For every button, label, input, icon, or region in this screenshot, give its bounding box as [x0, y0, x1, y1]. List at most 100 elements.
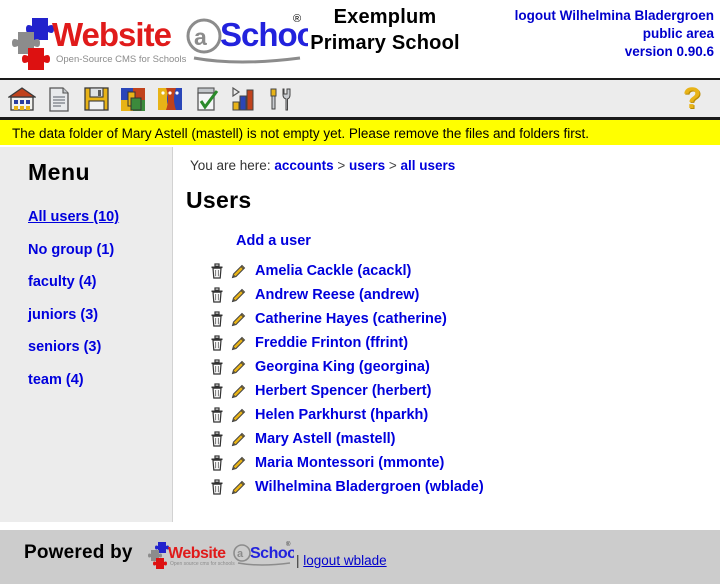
svg-text:®: ® — [286, 541, 291, 548]
footer-separator: | — [296, 553, 300, 568]
logo-tagline: Open-Source CMS for Schools — [56, 54, 187, 65]
breadcrumb-link-users[interactable]: users — [349, 158, 385, 173]
sidebar-link-no-group[interactable]: No group (1) — [28, 242, 114, 258]
trash-can-icon[interactable] — [208, 310, 226, 328]
sidebar-link-seniors[interactable]: seniors (3) — [28, 339, 101, 355]
breadcrumb: You are here: accounts > users > all use… — [190, 158, 720, 173]
toolbar-item-pages[interactable] — [43, 83, 75, 115]
help-button[interactable]: ? — [678, 84, 706, 114]
toolbar-item-statistics[interactable] — [228, 83, 260, 115]
powered-by-label: Powered by — [24, 542, 133, 563]
toolbar-item-filemanager[interactable] — [80, 83, 112, 115]
trash-can-icon[interactable] — [208, 358, 226, 376]
trash-can-icon[interactable] — [208, 382, 226, 400]
svg-text:a: a — [194, 24, 207, 50]
header-account-info: logout Wilhelmina Bladergroen public are… — [515, 7, 714, 61]
sidebar-link-faculty[interactable]: faculty (4) — [28, 274, 97, 290]
table-row: Andrew Reese (andrew) — [174, 283, 720, 307]
user-link[interactable]: Georgina King (georgina) — [255, 359, 430, 375]
breadcrumb-link-all-users[interactable]: all users — [401, 158, 456, 173]
pencil-edit-icon[interactable] — [229, 334, 247, 352]
trash-can-icon[interactable] — [208, 430, 226, 448]
svg-text:Website: Website — [52, 16, 172, 53]
user-link[interactable]: Catherine Hayes (catherine) — [255, 311, 447, 327]
page-footer: Powered by Website a School ® Open sourc… — [0, 528, 720, 584]
toolbar-item-accounts[interactable] — [154, 83, 186, 115]
school-name-line2: Primary School — [310, 31, 460, 54]
pencil-edit-icon[interactable] — [229, 430, 247, 448]
school-house-icon — [8, 86, 36, 112]
pencil-edit-icon[interactable] — [229, 262, 247, 280]
logout-link-footer[interactable]: logout wblade — [303, 553, 386, 568]
sidebar-title: Menu — [28, 159, 91, 185]
breadcrumb-link-accounts[interactable]: accounts — [274, 158, 333, 173]
trash-can-icon[interactable] — [208, 406, 226, 424]
area-label: public area — [642, 25, 714, 41]
pencil-edit-icon[interactable] — [229, 454, 247, 472]
toolbar-item-website[interactable] — [6, 83, 38, 115]
pencil-edit-icon[interactable] — [229, 478, 247, 496]
school-name: Exemplum Primary School — [300, 5, 470, 56]
puzzle-pieces-icon — [148, 542, 169, 569]
user-link[interactable]: Helen Parkhurst (hparkh) — [255, 407, 428, 423]
trash-can-icon[interactable] — [208, 478, 226, 496]
pencil-edit-icon[interactable] — [229, 358, 247, 376]
puzzle-pieces-icon — [12, 18, 54, 70]
table-row: Maria Montessori (mmonte) — [174, 451, 720, 475]
question-mark-icon: ? — [682, 82, 702, 115]
logout-link-header[interactable]: logout Wilhelmina Bladergroen — [515, 8, 714, 23]
sidebar-item-juniors: juniors (3) — [28, 302, 172, 330]
sidebar-item-seniors: seniors (3) — [28, 334, 172, 362]
breadcrumb-prefix: You are here: — [190, 158, 271, 173]
breadcrumb-separator-2: > — [388, 158, 397, 173]
page-body: Menu All users (10) No group (1) faculty… — [0, 147, 720, 522]
table-row: Freddie Frinton (ffrint) — [174, 331, 720, 355]
version-label: version 0.90.6 — [624, 43, 714, 59]
toolbar-item-tools[interactable] — [265, 83, 297, 115]
sidebar: Menu All users (10) No group (1) faculty… — [0, 147, 173, 522]
table-row: Mary Astell (mastell) — [174, 427, 720, 451]
pencil-edit-icon[interactable] — [229, 406, 247, 424]
trash-can-icon[interactable] — [208, 286, 226, 304]
trash-can-icon[interactable] — [208, 334, 226, 352]
footer-links: | logout wblade — [296, 553, 387, 568]
user-link[interactable]: Amelia Cackle (acackl) — [255, 263, 411, 279]
pencil-edit-icon[interactable] — [229, 382, 247, 400]
pencil-edit-icon[interactable] — [229, 310, 247, 328]
table-row: Amelia Cackle (acackl) — [174, 259, 720, 283]
toolbar-item-modules[interactable] — [117, 83, 149, 115]
user-link[interactable]: Freddie Frinton (ffrint) — [255, 335, 408, 351]
user-link[interactable]: Maria Montessori (mmonte) — [255, 455, 444, 471]
toolbar-item-tasks[interactable] — [191, 83, 223, 115]
trash-can-icon[interactable] — [208, 262, 226, 280]
table-row: Georgina King (georgina) — [174, 355, 720, 379]
footer-logo: Website a School ® Open source cms for s… — [148, 538, 301, 570]
sidebar-link-juniors[interactable]: juniors (3) — [28, 307, 98, 323]
sidebar-link-all-users[interactable]: All users (10) — [28, 209, 119, 225]
svg-text:a: a — [237, 548, 244, 560]
user-link[interactable]: Herbert Spencer (herbert) — [255, 383, 431, 399]
table-row: Wilhelmina Bladergroen (wblade) — [174, 475, 720, 499]
svg-text:Website: Website — [168, 545, 226, 562]
user-link[interactable]: Mary Astell (mastell) — [255, 431, 395, 447]
trash-can-icon[interactable] — [208, 454, 226, 472]
sidebar-item-faculty: faculty (4) — [28, 269, 172, 297]
page-title: Users — [186, 187, 252, 213]
main-toolbar: ? — [0, 78, 720, 120]
sidebar-item-all-users: All users (10) — [28, 204, 172, 232]
pencil-edit-icon[interactable] — [229, 286, 247, 304]
table-row: Herbert Spencer (herbert) — [174, 379, 720, 403]
modules-puzzle-icon — [119, 86, 147, 113]
site-logo: Website a School ® Open-Source CMS for S… — [8, 6, 325, 72]
sidebar-item-no-group: No group (1) — [28, 237, 172, 265]
accounts-people-icon — [156, 86, 184, 112]
sidebar-link-team[interactable]: team (4) — [28, 372, 84, 388]
add-user-link[interactable]: Add a user — [236, 233, 311, 249]
user-link[interactable]: Wilhelmina Bladergroen (wblade) — [255, 479, 484, 495]
page-document-icon — [47, 86, 71, 113]
user-link[interactable]: Andrew Reese (andrew) — [255, 287, 419, 303]
sidebar-item-team: team (4) — [28, 367, 172, 395]
main-content: You are here: accounts > users > all use… — [174, 147, 720, 522]
checklist-icon — [194, 86, 221, 113]
table-row: Helen Parkhurst (hparkh) — [174, 403, 720, 427]
